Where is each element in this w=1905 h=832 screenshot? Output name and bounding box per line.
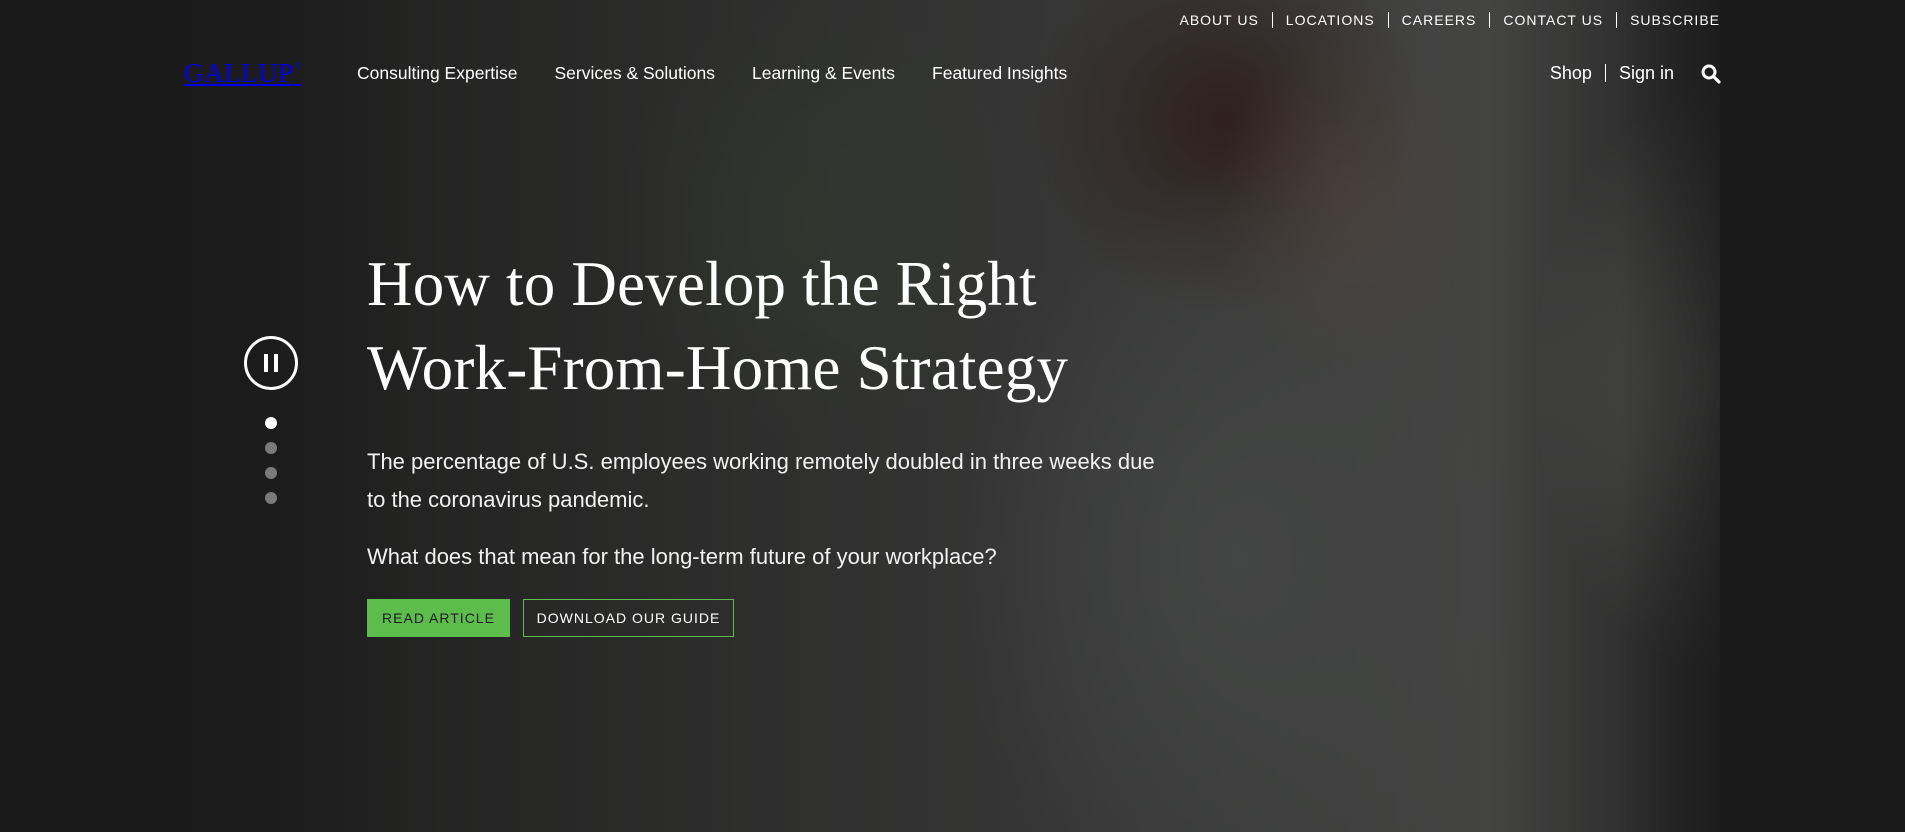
read-article-button[interactable]: READ ARTICLE	[367, 599, 510, 637]
logo-text: GALLUP	[184, 58, 294, 88]
download-guide-button[interactable]: DOWNLOAD OUR GUIDE	[523, 599, 734, 637]
nav-consulting-expertise[interactable]: Consulting Expertise	[357, 63, 518, 84]
nav-services-solutions[interactable]: Services & Solutions	[555, 63, 716, 84]
search-icon[interactable]	[1700, 63, 1722, 85]
carousel-dot-2[interactable]	[265, 442, 277, 454]
utility-link-contact-us[interactable]: CONTACT US	[1489, 12, 1616, 28]
pause-icon[interactable]	[244, 336, 298, 390]
utility-link-careers[interactable]: CAREERS	[1387, 12, 1490, 28]
nav-featured-insights[interactable]: Featured Insights	[932, 63, 1067, 84]
hero-subtext-stat: The percentage of U.S. employees working…	[367, 449, 1155, 512]
utility-link-locations[interactable]: LOCATIONS	[1271, 12, 1388, 28]
account-nav: Shop Sign in	[1550, 63, 1674, 83]
hero-subtext-question: What does that mean for the long-term fu…	[367, 544, 997, 569]
hero-section	[0, 0, 1905, 832]
registered-mark: ®	[294, 61, 302, 70]
hero-headline: How to Develop the Right Work-From-Home …	[367, 242, 1167, 410]
utility-link-about-us[interactable]: ABOUT US	[1166, 12, 1271, 28]
shop-link[interactable]: Shop	[1550, 63, 1592, 83]
utility-link-subscribe[interactable]: SUBSCRIBE	[1616, 12, 1720, 28]
sign-in-link[interactable]: Sign in	[1619, 63, 1674, 83]
gallup-logo[interactable]: GALLUP®	[184, 58, 301, 89]
headline-line-1: How to Develop the Right	[367, 249, 1037, 319]
utility-nav: ABOUT US LOCATIONS CAREERS CONTACT US SU…	[1166, 12, 1720, 28]
nav-learning-events[interactable]: Learning & Events	[752, 63, 895, 84]
carousel-dots	[265, 417, 277, 517]
carousel-dot-1[interactable]	[265, 417, 277, 429]
carousel-dot-3[interactable]	[265, 467, 277, 479]
main-nav: Consulting Expertise Services & Solution…	[357, 63, 1104, 84]
nav-divider	[1604, 64, 1606, 82]
carousel-dot-4[interactable]	[265, 492, 277, 504]
headline-line-2: Work-From-Home Strategy	[367, 333, 1069, 403]
